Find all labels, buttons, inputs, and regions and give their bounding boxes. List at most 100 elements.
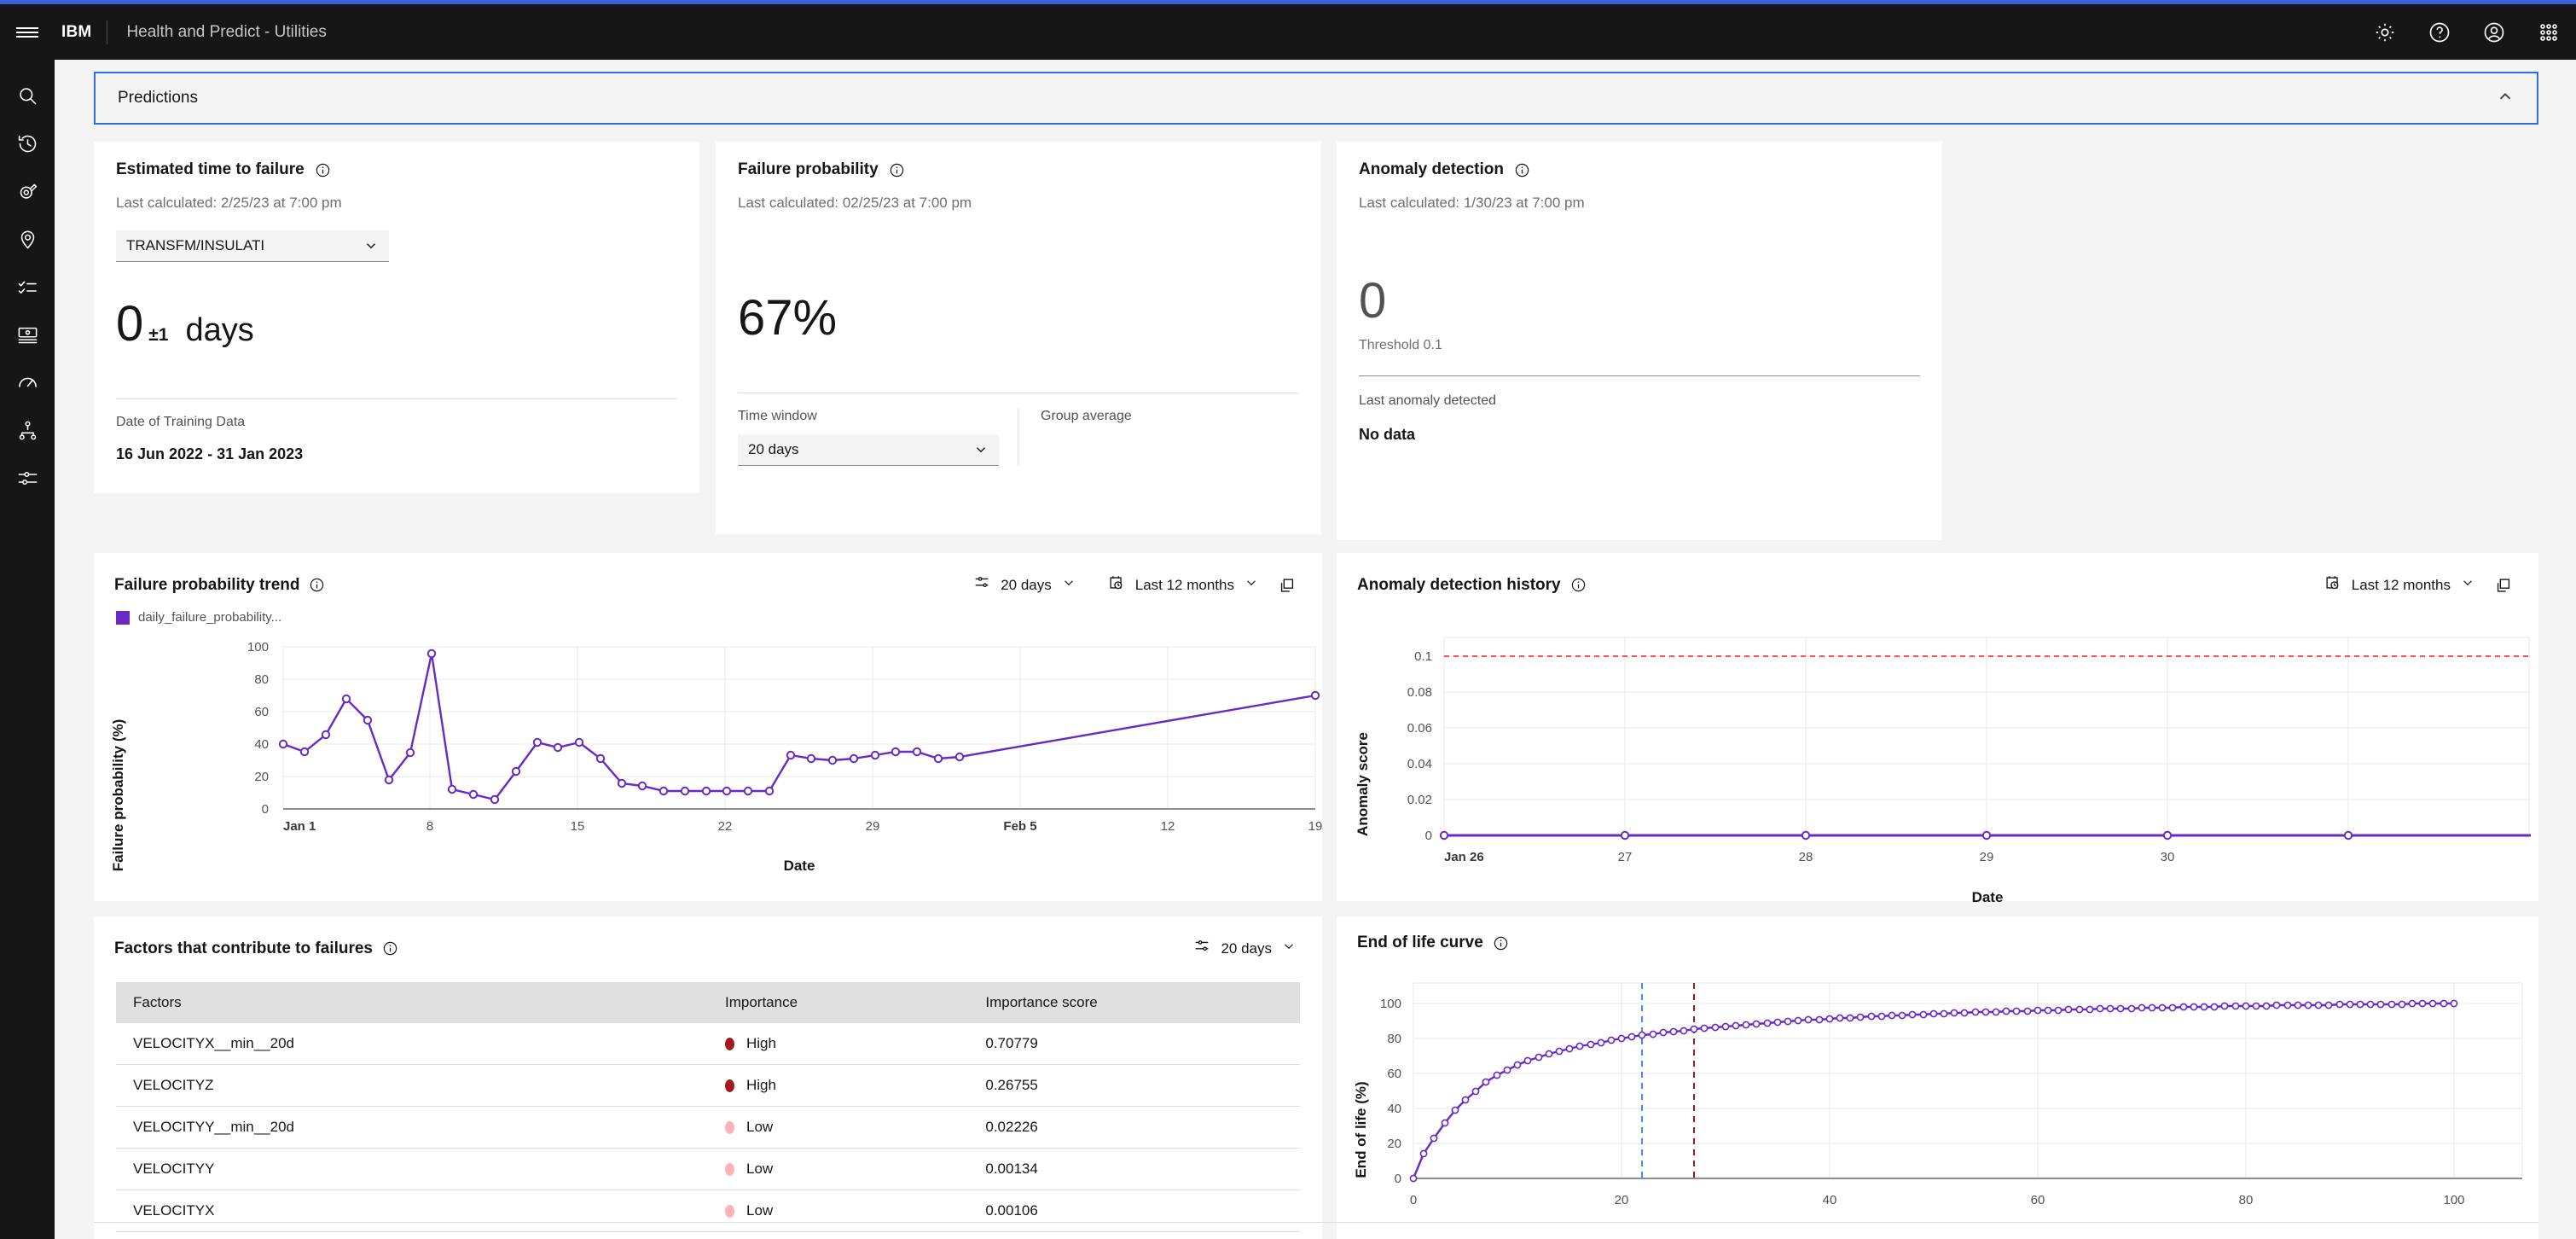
- anomaly-threshold: Threshold 0.1: [1359, 338, 1442, 352]
- svg-text:29: 29: [866, 819, 880, 834]
- global-header: IBM Health and Predict - Utilities: [0, 4, 2576, 60]
- y-axis-label: Failure probability (%): [110, 719, 126, 872]
- help-icon[interactable]: [2412, 4, 2467, 60]
- info-icon[interactable]: [1514, 162, 1530, 178]
- anomaly-count-value: 0: [1359, 273, 1387, 329]
- time-window-value: 20 days: [748, 441, 799, 457]
- info-icon[interactable]: [1570, 577, 1587, 593]
- panel-title: End of life curve: [1357, 934, 1509, 952]
- hamburger-icon[interactable]: [0, 4, 55, 60]
- importance-dot-icon: [725, 1162, 734, 1176]
- group-average-label: Group average: [1041, 409, 1132, 423]
- importance-dot-icon: [725, 1120, 734, 1134]
- panel-title: Factors that contribute to failures: [114, 939, 398, 958]
- info-icon[interactable]: [1493, 935, 1509, 951]
- chevron-up-icon[interactable]: [2496, 87, 2515, 110]
- svg-text:80: 80: [254, 672, 269, 687]
- failure-mode-select[interactable]: TRANSFM/INSULATI: [116, 230, 389, 262]
- time-window-select[interactable]: 20 days: [738, 434, 999, 466]
- table-row[interactable]: VELOCITYX Low 0.00106: [116, 1190, 1300, 1232]
- col-importance-score: Importance score: [968, 982, 1300, 1023]
- panel-title: Failure probability trend: [114, 576, 325, 595]
- sidebar-item-meters[interactable]: [0, 311, 55, 358]
- svg-text:60: 60: [1387, 1067, 1401, 1081]
- footer-divider: [94, 1222, 2538, 1223]
- card-divider: [1359, 375, 1920, 376]
- app-title: Health and Predict - Utilities: [126, 22, 327, 41]
- sidebar-item-assets[interactable]: [0, 167, 55, 215]
- sidebar-item-recent[interactable]: [0, 119, 55, 167]
- end-of-life-curve-chart[interactable]: End of life (%) 100 80 60 40 20 0 0 20 4…: [1337, 968, 2538, 1239]
- training-data-range: 16 Jun 2022 - 31 Jan 2023: [116, 445, 304, 462]
- factor-name: VELOCITYX: [116, 1190, 708, 1232]
- anomaly-detection-history-chart[interactable]: Anomaly score 0.1 0.08 0.06 0.04 0.02 0: [1337, 622, 2538, 929]
- sidebar-item-search[interactable]: [0, 72, 55, 119]
- table-row[interactable]: VELOCITYZ High 0.26755: [116, 1064, 1300, 1107]
- sidebar-item-health[interactable]: [0, 358, 55, 406]
- panel-header: Anomaly detection history Last 12 months: [1337, 553, 2538, 600]
- svg-text:28: 28: [1799, 850, 1813, 864]
- card-title: Anomaly detection: [1359, 160, 1920, 179]
- factor-score: 0.00106: [968, 1190, 1300, 1232]
- checklist-icon: [18, 281, 37, 294]
- user-avatar-icon[interactable]: [2467, 4, 2521, 60]
- factor-importance: High: [708, 1023, 969, 1065]
- ettf-value-row: 0 ±1 days: [116, 300, 677, 349]
- app-switcher-icon[interactable]: [2521, 4, 2576, 60]
- info-icon[interactable]: [309, 577, 325, 593]
- trend-window-select[interactable]: 20 days: [967, 570, 1082, 600]
- importance-dot-icon: [725, 1079, 734, 1092]
- svg-text:0.1: 0.1: [1414, 649, 1432, 664]
- left-nav-rail: [0, 60, 55, 1239]
- importance-label: Low: [746, 1160, 774, 1177]
- chevron-down-icon: [1244, 575, 1259, 595]
- calendar-clock-icon: [2324, 573, 2342, 596]
- meter-icon: [18, 327, 37, 343]
- table-row[interactable]: VELOCITYX__min__20d High 0.70779: [116, 1023, 1300, 1065]
- factor-score: 0.02226: [968, 1106, 1300, 1149]
- ibm-logo: IBM: [61, 22, 92, 41]
- popout-icon[interactable]: [1273, 571, 1302, 600]
- trend-line: [282, 653, 1316, 801]
- ettf-unit: days: [185, 312, 254, 348]
- table-row[interactable]: VELOCITYY Low 0.00134: [116, 1148, 1300, 1190]
- x-axis-ticks: 0 20 40 60 80 100: [1410, 1193, 2465, 1207]
- gear-icon[interactable]: [2358, 4, 2412, 60]
- y-axis-ticks: 0.1 0.08 0.06 0.04 0.02 0: [1407, 649, 1432, 843]
- chevron-down-icon: [366, 243, 376, 249]
- info-icon[interactable]: [315, 162, 331, 178]
- x-axis-ticks: Jan 26 27 28 29 30: [1444, 850, 2174, 864]
- panel-controls: 20 days Last 12 months: [967, 570, 1302, 600]
- failure-probability-trend-chart[interactable]: Failure probability (%) 100 80 60 40 20 …: [94, 625, 1322, 906]
- sidebar-item-hierarchy[interactable]: [0, 406, 55, 454]
- svg-text:0: 0: [262, 802, 269, 817]
- svg-text:100: 100: [1380, 997, 1401, 1011]
- sidebar-item-settings[interactable]: [0, 454, 55, 502]
- factors-window-select[interactable]: 20 days: [1187, 934, 1302, 963]
- info-icon[interactable]: [889, 162, 905, 178]
- sidebar-item-locations[interactable]: [0, 215, 55, 263]
- svg-text:80: 80: [2239, 1193, 2254, 1207]
- last-calculated: Last calculated: 2/25/23 at 7:00 pm: [116, 195, 342, 211]
- x-axis-ticks: Jan 1 8 15 22 29 Feb 5 12 19: [283, 819, 1322, 834]
- chevron-down-icon: [1061, 575, 1076, 595]
- svg-text:0: 0: [1395, 1172, 1401, 1186]
- svg-text:0.08: 0.08: [1407, 685, 1432, 700]
- info-icon[interactable]: [382, 940, 398, 957]
- sidebar-item-work-orders[interactable]: [0, 263, 55, 311]
- svg-text:29: 29: [1980, 850, 1994, 864]
- svg-text:40: 40: [254, 737, 269, 752]
- popout-icon[interactable]: [2489, 571, 2518, 600]
- factor-importance: Low: [708, 1148, 969, 1190]
- anomaly-detection-history-panel: Anomaly detection history Last 12 months: [1337, 553, 2538, 905]
- factors-table-body: VELOCITYX__min__20d High 0.70779 VELOCITYZ H…: [116, 1023, 1300, 1232]
- anomaly-range-value: Last 12 months: [2351, 576, 2451, 593]
- predictions-accordion-header[interactable]: Predictions: [94, 72, 2538, 125]
- time-window-label: Time window: [738, 409, 817, 423]
- x-axis-label: Date: [1972, 889, 2004, 905]
- table-row[interactable]: VELOCITYY__min__20d Low 0.02226: [116, 1106, 1300, 1149]
- trend-range-select[interactable]: Last 12 months: [1102, 570, 1264, 600]
- sliders-icon: [972, 573, 991, 596]
- legend-swatch: [116, 610, 130, 625]
- anomaly-range-select[interactable]: Last 12 months: [2318, 570, 2480, 600]
